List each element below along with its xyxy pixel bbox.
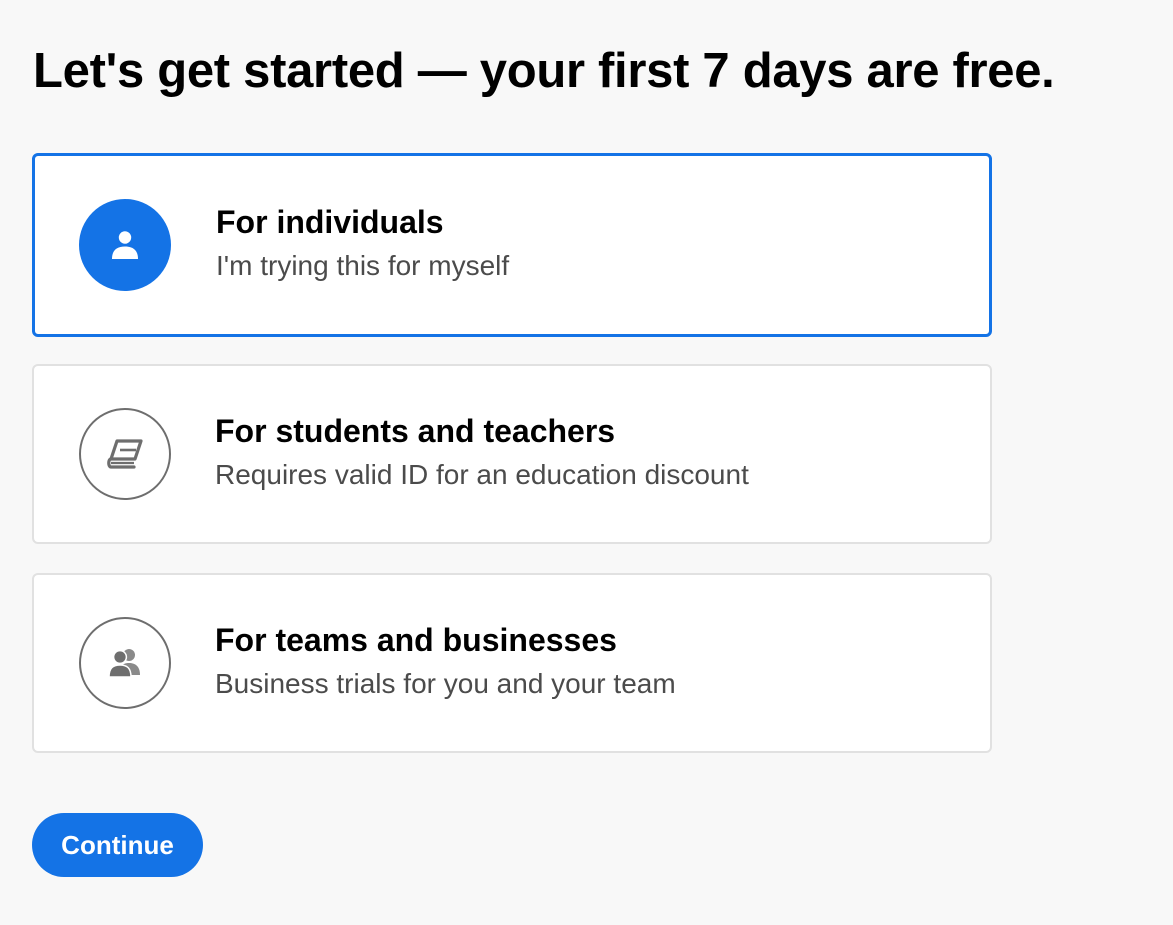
- option-teams-businesses[interactable]: For teams and businesses Business trials…: [32, 573, 992, 753]
- option-individuals[interactable]: For individuals I'm trying this for myse…: [32, 153, 992, 337]
- option-students-teachers[interactable]: For students and teachers Requires valid…: [32, 364, 992, 544]
- option-title: For students and teachers: [215, 413, 616, 449]
- plan-options: For individuals I'm trying this for myse…: [32, 153, 992, 782]
- option-description: I'm trying this for myself: [216, 250, 510, 281]
- option-description: Business trials for you and your team: [215, 668, 676, 699]
- continue-button[interactable]: Continue: [32, 813, 203, 877]
- person-icon: [79, 199, 171, 291]
- option-text: For individuals I'm trying this for myse…: [216, 200, 509, 288]
- signup-page: Let's get started — your first 7 days ar…: [0, 0, 1173, 925]
- option-text: For teams and businesses Business trials…: [215, 618, 676, 706]
- people-icon: [79, 617, 171, 709]
- page-title: Let's get started — your first 7 days ar…: [33, 44, 1055, 98]
- option-description: Requires valid ID for an education disco…: [215, 459, 749, 490]
- option-title: For teams and businesses: [215, 622, 617, 658]
- book-icon: [79, 408, 171, 500]
- option-text: For students and teachers Requires valid…: [215, 409, 749, 497]
- option-title: For individuals: [216, 204, 444, 240]
